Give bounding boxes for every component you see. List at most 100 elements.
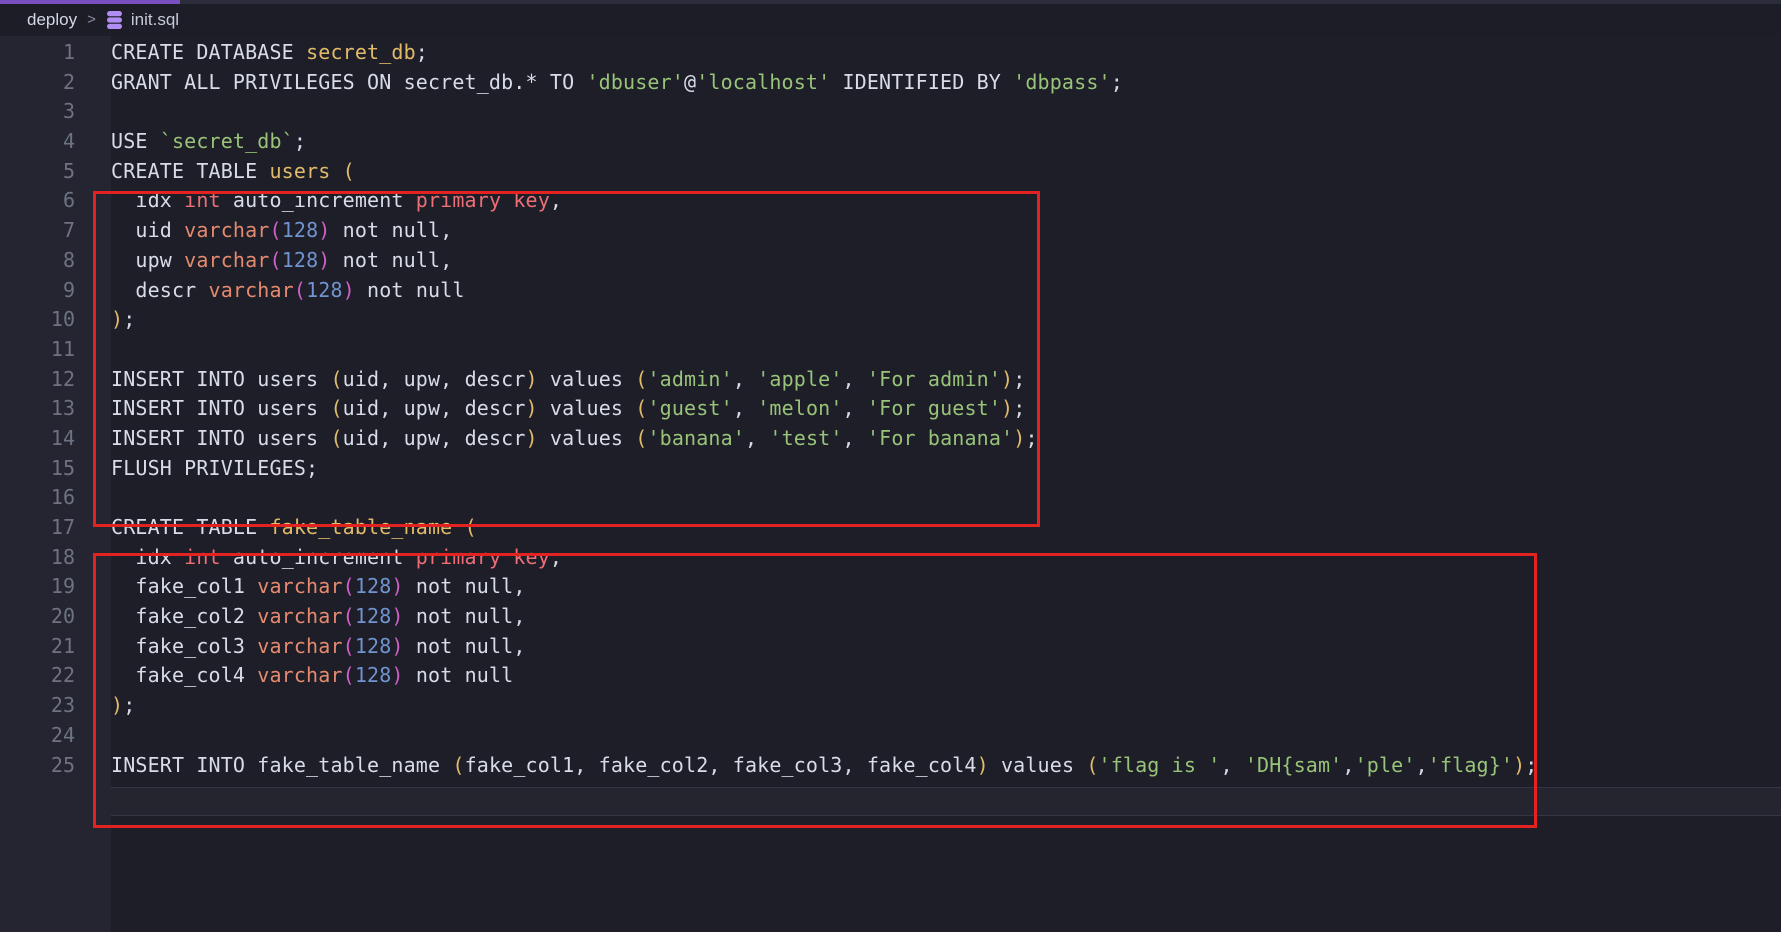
line-number[interactable]: 2 xyxy=(0,68,111,98)
code-token: 'For guest' xyxy=(867,396,1001,420)
code-line[interactable]: CREATE DATABASE secret_db; xyxy=(111,38,1781,68)
line-number[interactable]: 15 xyxy=(0,454,111,484)
code-line[interactable]: INSERT INTO users (uid, upw, descr) valu… xyxy=(111,424,1781,454)
line-number[interactable]: 14 xyxy=(0,424,111,454)
code-token: values xyxy=(538,426,636,450)
code-token: , xyxy=(733,367,757,391)
code-token: fake_col1 xyxy=(111,574,257,598)
line-number[interactable]: 10 xyxy=(0,305,111,335)
code-line[interactable]: GRANT ALL PRIVILEGES ON secret_db.* TO '… xyxy=(111,68,1781,98)
line-number[interactable]: 24 xyxy=(0,721,111,751)
code-line[interactable]: CREATE TABLE users ( xyxy=(111,157,1781,187)
breadcrumb: deploy > init.sql xyxy=(0,4,1781,36)
code-token: upw xyxy=(111,248,184,272)
code-token: ) xyxy=(526,367,538,391)
line-number[interactable]: 17 xyxy=(0,513,111,543)
line-number[interactable]: 3 xyxy=(0,97,111,127)
code-line[interactable]: ); xyxy=(111,691,1781,721)
gutter: 1234567891011121314151617181920212223242… xyxy=(0,36,111,932)
code-token: key xyxy=(513,545,550,569)
code-token: fake_col1, fake_col2, fake_col3, fake_co… xyxy=(465,753,977,777)
code-line[interactable]: USE `secret_db`; xyxy=(111,127,1781,157)
code-token: @ xyxy=(684,70,696,94)
code-token: ; xyxy=(123,693,135,717)
code-line[interactable]: CREATE TABLE fake_table_name ( xyxy=(111,513,1781,543)
code-token: uid xyxy=(111,218,184,242)
line-number[interactable]: 8 xyxy=(0,246,111,276)
line-number[interactable]: 12 xyxy=(0,365,111,395)
line-number[interactable]: 11 xyxy=(0,335,111,365)
line-number[interactable]: 22 xyxy=(0,661,111,691)
code-token: descr xyxy=(111,278,209,302)
code-line[interactable]: fake_col1 varchar(128) not null, xyxy=(111,572,1781,602)
line-number[interactable]: 20 xyxy=(0,602,111,632)
code-line[interactable]: descr varchar(128) not null xyxy=(111,276,1781,306)
code-line[interactable]: idx int auto_increment primary key, xyxy=(111,186,1781,216)
chevron-right-icon: > xyxy=(87,11,96,28)
line-number[interactable]: 4 xyxy=(0,127,111,157)
code-token: CREATE TABLE xyxy=(111,515,269,539)
code-line[interactable]: INSERT INTO users (uid, upw, descr) valu… xyxy=(111,365,1781,395)
line-number[interactable]: 6 xyxy=(0,186,111,216)
code-token: 'banana' xyxy=(647,426,745,450)
code-token: ( xyxy=(465,515,477,539)
code-token: ) xyxy=(318,248,330,272)
code-token: idx xyxy=(111,545,184,569)
line-number[interactable]: 16 xyxy=(0,483,111,513)
code-line[interactable]: INSERT INTO users (uid, upw, descr) valu… xyxy=(111,394,1781,424)
code-token: ) xyxy=(391,604,403,628)
breadcrumb-file[interactable]: init.sql xyxy=(106,10,179,30)
code-token: not null, xyxy=(404,574,526,598)
line-number[interactable]: 21 xyxy=(0,632,111,662)
code-token: ; xyxy=(416,40,428,64)
code-token: ( xyxy=(330,426,342,450)
code-token: ) xyxy=(1013,426,1025,450)
code-token: key xyxy=(513,188,550,212)
code-line[interactable]: FLUSH PRIVILEGES; xyxy=(111,454,1781,484)
code-token: fake_table_name xyxy=(269,515,452,539)
code-line[interactable]: INSERT INTO fake_table_name (fake_col1, … xyxy=(111,751,1781,781)
code-token: ( xyxy=(294,278,306,302)
code-token: USE xyxy=(111,129,160,153)
code-token: varchar xyxy=(257,634,342,658)
code-line[interactable]: fake_col4 varchar(128) not null xyxy=(111,661,1781,691)
code-token: ( xyxy=(635,396,647,420)
code-line[interactable] xyxy=(111,335,1781,365)
line-number[interactable]: 23 xyxy=(0,691,111,721)
code-token: ( xyxy=(452,753,464,777)
code-line[interactable]: fake_col2 varchar(128) not null, xyxy=(111,602,1781,632)
line-number[interactable]: 25 xyxy=(0,751,111,781)
code-line[interactable]: ); xyxy=(111,305,1781,335)
code-token: 'For admin' xyxy=(867,367,1001,391)
code-token: not null, xyxy=(404,634,526,658)
code-token: INSERT INTO users xyxy=(111,367,330,391)
code-token: 128 xyxy=(355,574,392,598)
line-number[interactable]: 19 xyxy=(0,572,111,602)
code-token: 128 xyxy=(355,663,392,687)
code-token: primary xyxy=(416,188,501,212)
code-line[interactable]: fake_col3 varchar(128) not null, xyxy=(111,632,1781,662)
code-token: ( xyxy=(1086,753,1098,777)
code-token: 'ple' xyxy=(1355,753,1416,777)
code-token: 128 xyxy=(355,604,392,628)
code-token: ) xyxy=(111,693,123,717)
code-line[interactable] xyxy=(111,97,1781,127)
line-number[interactable]: 1 xyxy=(0,38,111,68)
code-line[interactable]: upw varchar(128) not null, xyxy=(111,246,1781,276)
code-line[interactable]: idx int auto_increment primary key, xyxy=(111,543,1781,573)
code-token: ( xyxy=(343,604,355,628)
code-line[interactable] xyxy=(111,483,1781,513)
line-number[interactable]: 7 xyxy=(0,216,111,246)
code-token: `secret_db` xyxy=(160,129,294,153)
line-number[interactable]: 5 xyxy=(0,157,111,187)
code-token: uid, upw, descr xyxy=(343,367,526,391)
code-line[interactable]: uid varchar(128) not null, xyxy=(111,216,1781,246)
breadcrumb-folder[interactable]: deploy xyxy=(27,10,77,30)
code-line[interactable] xyxy=(111,721,1781,751)
code-token: ( xyxy=(343,663,355,687)
code-token: 'guest' xyxy=(647,396,732,420)
line-number[interactable]: 13 xyxy=(0,394,111,424)
line-number[interactable]: 9 xyxy=(0,276,111,306)
code-token: , xyxy=(550,545,562,569)
line-number[interactable]: 18 xyxy=(0,543,111,573)
